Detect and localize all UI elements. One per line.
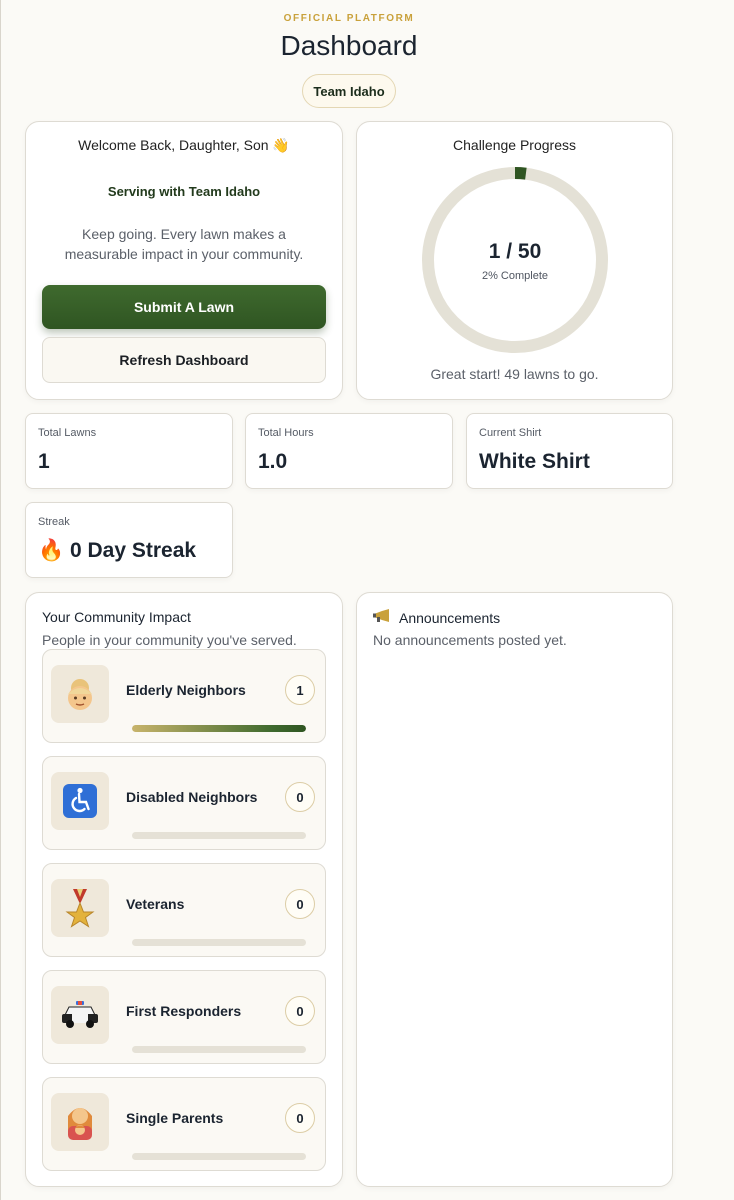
page-title: Dashboard bbox=[280, 30, 418, 61]
impact-item: Veterans 0 bbox=[42, 863, 326, 957]
medal-icon bbox=[51, 879, 109, 937]
megaphone-icon bbox=[373, 609, 391, 626]
progress-title: Challenge Progress bbox=[453, 137, 576, 153]
impact-label: Disabled Neighbors bbox=[126, 789, 258, 805]
team-badge: Team Idaho bbox=[302, 74, 396, 108]
stat-current-shirt: Current Shirt White Shirt bbox=[466, 413, 673, 489]
stat-streak: Streak 🔥 0 Day Streak bbox=[25, 502, 233, 578]
stat-total-hours: Total Hours 1.0 bbox=[245, 413, 453, 489]
impact-label: Elderly Neighbors bbox=[126, 682, 246, 698]
page-left-border bbox=[0, 0, 1, 1200]
impact-item: Disabled Neighbors 0 bbox=[42, 756, 326, 850]
announcements-empty-text: No announcements posted yet. bbox=[373, 632, 567, 648]
impact-bar-fill bbox=[132, 725, 306, 732]
impact-item: First Responders 0 bbox=[42, 970, 326, 1064]
impact-bar bbox=[132, 939, 306, 946]
refresh-dashboard-button[interactable]: Refresh Dashboard bbox=[42, 337, 326, 383]
encouragement-text: Keep going. Every lawn makes a measurabl… bbox=[64, 226, 304, 262]
announcements-header: Announcements bbox=[373, 609, 500, 626]
announcements-card: Announcements No announcements posted ye… bbox=[356, 592, 673, 1187]
stat-value: 1 bbox=[38, 450, 50, 473]
progress-percent: 2% Complete bbox=[481, 270, 549, 282]
challenge-progress-card: Challenge Progress 1 / 50 2% Complete Gr… bbox=[356, 121, 673, 400]
impact-label: Single Parents bbox=[126, 1110, 224, 1126]
progress-footer: Great start! 49 lawns to go. bbox=[430, 366, 599, 382]
stat-value: White Shirt bbox=[479, 450, 590, 473]
impact-label: First Responders bbox=[126, 1003, 242, 1019]
impact-count: 1 bbox=[285, 675, 315, 705]
impact-label: Veterans bbox=[126, 896, 185, 912]
impact-item: Elderly Neighbors 1 bbox=[42, 649, 326, 743]
impact-bar bbox=[132, 832, 306, 839]
impact-title: Your Community Impact bbox=[42, 609, 191, 625]
serving-team-text: Serving with Team Idaho bbox=[107, 184, 261, 199]
impact-count: 0 bbox=[285, 889, 315, 919]
police-car-icon bbox=[51, 986, 109, 1044]
wheelchair-icon bbox=[51, 772, 109, 830]
announcements-title: Announcements bbox=[399, 609, 501, 626]
elderly-icon bbox=[51, 665, 109, 723]
progress-count: 1 / 50 bbox=[488, 240, 542, 263]
impact-count: 0 bbox=[285, 782, 315, 812]
impact-subtitle: People in your community you've served. bbox=[42, 632, 297, 648]
submit-lawn-button[interactable]: Submit A Lawn bbox=[42, 285, 326, 329]
stat-total-lawns: Total Lawns 1 bbox=[25, 413, 233, 489]
stat-value: 1.0 bbox=[258, 450, 288, 473]
impact-bar bbox=[132, 1153, 306, 1160]
community-impact-card: Your Community Impact People in your com… bbox=[25, 592, 343, 1187]
welcome-greeting: Welcome Back, Daughter, Son 👋 bbox=[78, 137, 290, 153]
impact-count: 0 bbox=[285, 996, 315, 1026]
impact-bar bbox=[132, 725, 306, 732]
stat-label: Total Lawns bbox=[38, 427, 97, 439]
stat-label: Total Hours bbox=[258, 427, 314, 439]
impact-bar bbox=[132, 1046, 306, 1053]
progress-ring: 1 / 50 2% Complete bbox=[421, 166, 609, 354]
parent-child-icon bbox=[51, 1093, 109, 1151]
stat-label: Streak bbox=[38, 516, 70, 528]
impact-item: Single Parents 0 bbox=[42, 1077, 326, 1171]
impact-count: 0 bbox=[285, 1103, 315, 1133]
stat-value: 🔥 0 Day Streak bbox=[38, 539, 197, 562]
welcome-card: Welcome Back, Daughter, Son 👋 Serving wi… bbox=[25, 121, 343, 400]
header-eyebrow: OFFICIAL PLATFORM bbox=[283, 13, 415, 24]
stat-label: Current Shirt bbox=[479, 427, 542, 439]
